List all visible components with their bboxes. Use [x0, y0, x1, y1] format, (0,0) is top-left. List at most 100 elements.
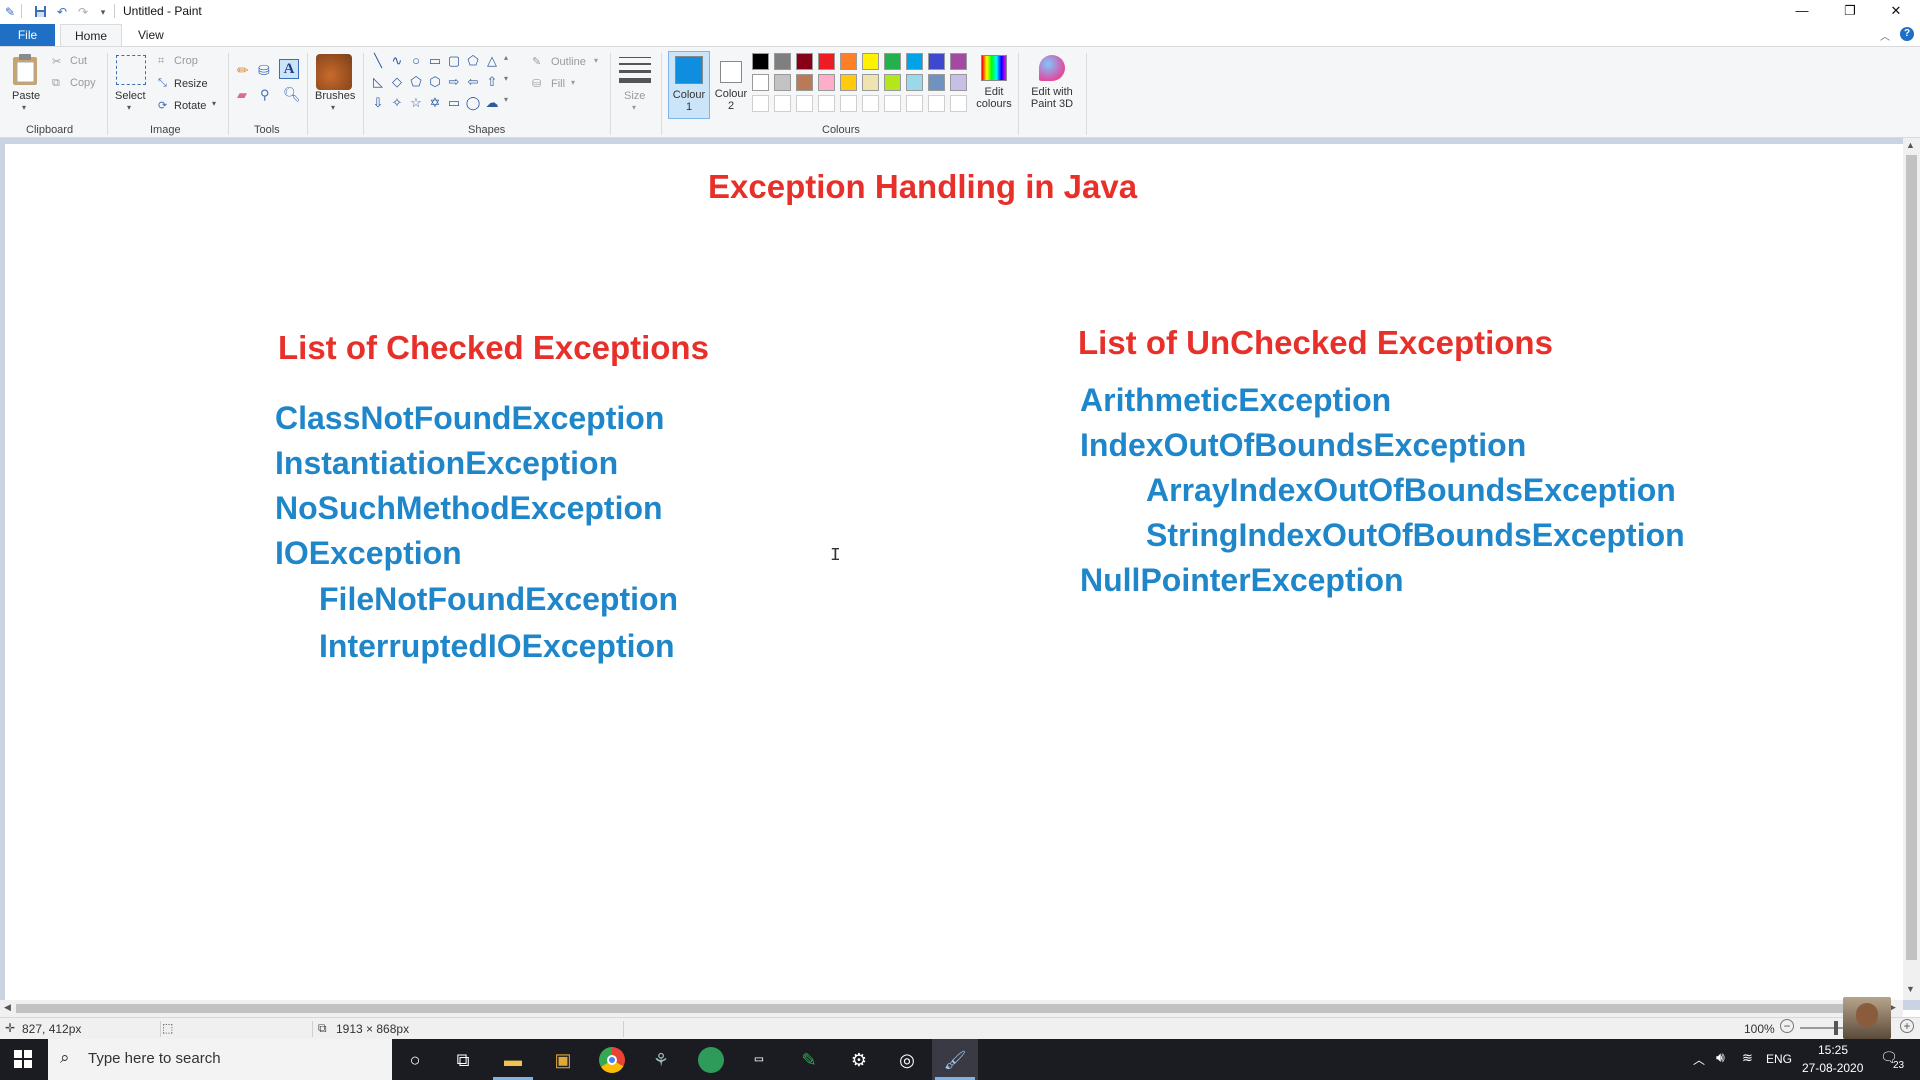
task-view-icon[interactable]: ⧉	[450, 1047, 476, 1073]
six-point-star-shape-icon[interactable]: ✡	[427, 95, 443, 111]
four-point-star-shape-icon[interactable]: ✧	[389, 95, 405, 111]
text-tool-icon[interactable]: A	[279, 59, 299, 79]
scroll-down-icon[interactable]: ▼	[1906, 984, 1915, 994]
custom-colour-slot[interactable]	[774, 95, 791, 112]
volume-icon[interactable]: 🔊︎	[1716, 1049, 1725, 1066]
tab-view[interactable]: View	[124, 24, 178, 46]
settings-gear-icon[interactable]: ⚙	[846, 1047, 872, 1073]
colour-swatch[interactable]	[950, 53, 967, 70]
custom-colour-slot[interactable]	[752, 95, 769, 112]
diamond-shape-icon[interactable]: ◇	[389, 74, 405, 90]
select-dropdown-icon[interactable]: ▾	[127, 103, 131, 112]
tab-file[interactable]: File	[0, 24, 55, 46]
cut-button[interactable]: Cut	[70, 55, 87, 67]
hexagon-shape-icon[interactable]: ⬡	[427, 74, 443, 90]
size-icon[interactable]	[619, 55, 651, 85]
rounded-rectangle-shape-icon[interactable]: ▢	[446, 53, 462, 69]
edit-with-paint3d-button[interactable]: Edit with Paint 3D	[1024, 53, 1080, 119]
left-arrow-shape-icon[interactable]: ⇦	[465, 74, 481, 90]
oval-shape-icon[interactable]: ○	[408, 53, 424, 69]
paint-taskbar-button[interactable]: 🖌︎	[932, 1039, 978, 1080]
close-button[interactable]: ✕	[1874, 0, 1918, 22]
wifi-icon[interactable]: ≋	[1742, 1050, 1753, 1066]
crop-button[interactable]: Crop	[174, 55, 198, 67]
drawing-canvas[interactable]: Exception Handling in Java List of Check…	[5, 144, 1903, 1000]
minimize-button[interactable]: —	[1780, 0, 1824, 22]
eclipse-icon[interactable]	[698, 1047, 724, 1073]
brushes-icon[interactable]	[316, 54, 352, 90]
size-dropdown-icon[interactable]: ▾	[632, 103, 636, 112]
zoom-slider-thumb[interactable]	[1834, 1021, 1838, 1035]
colour-swatch[interactable]	[818, 74, 835, 91]
shapes-scroll-up-icon[interactable]: ▴	[504, 53, 508, 62]
restore-button[interactable]: ❐	[1828, 0, 1872, 22]
pentagon-shape-icon[interactable]: ⬠	[408, 74, 424, 90]
custom-colour-slot[interactable]	[796, 95, 813, 112]
colour-swatch[interactable]	[928, 53, 945, 70]
callout-oval-shape-icon[interactable]: ◯	[465, 95, 481, 111]
colour-swatch[interactable]	[862, 74, 879, 91]
chrome-icon[interactable]	[599, 1047, 625, 1073]
line-shape-icon[interactable]: ╲	[370, 53, 386, 69]
magnifier-icon[interactable]: 🔍︎	[283, 86, 301, 103]
eraser-icon[interactable]: ▰	[237, 87, 247, 103]
horizontal-scroll-thumb[interactable]	[16, 1004, 1878, 1013]
redo-icon[interactable]: ↷	[76, 5, 90, 19]
callout-rectangle-shape-icon[interactable]: ▭	[446, 95, 462, 111]
customize-toolbar-chevron-icon[interactable]: ▾	[96, 5, 110, 19]
colour-swatch[interactable]	[796, 74, 813, 91]
colour-swatch[interactable]	[950, 74, 967, 91]
store-icon[interactable]: ▣	[550, 1047, 576, 1073]
right-triangle-shape-icon[interactable]: ◺	[370, 74, 386, 90]
colour-swatch[interactable]	[928, 74, 945, 91]
colour-swatch[interactable]	[818, 53, 835, 70]
custom-colour-slot[interactable]	[884, 95, 901, 112]
save-icon[interactable]	[33, 5, 47, 19]
colour2-button[interactable]: Colour 2	[714, 51, 748, 119]
clock-time[interactable]: 15:25	[1818, 1043, 1848, 1057]
file-explorer-icon[interactable]: ▬	[500, 1047, 526, 1073]
help-icon[interactable]: ?	[1900, 27, 1914, 41]
colour-swatch[interactable]	[774, 74, 791, 91]
triangle-shape-icon[interactable]: △	[484, 53, 500, 69]
paste-dropdown-icon[interactable]: ▾	[22, 103, 26, 112]
colour-swatch[interactable]	[752, 74, 769, 91]
up-arrow-shape-icon[interactable]: ⇧	[484, 74, 500, 90]
pencil-icon[interactable]: ✏	[237, 62, 249, 79]
custom-colour-slot[interactable]	[862, 95, 879, 112]
down-arrow-shape-icon[interactable]: ⇩	[370, 95, 386, 111]
colour-picker-icon[interactable]: ⚲	[260, 87, 270, 103]
colour-swatch[interactable]	[862, 53, 879, 70]
terminal-icon[interactable]: ▭	[746, 1047, 772, 1073]
zoom-out-icon[interactable]: −	[1780, 1019, 1794, 1033]
tab-home[interactable]: Home	[60, 24, 123, 46]
shapes-scroll-down-icon[interactable]: ▾	[504, 74, 508, 83]
colour-swatch[interactable]	[884, 74, 901, 91]
outline-dropdown-icon[interactable]: ▾	[594, 56, 598, 65]
custom-colour-slot[interactable]	[818, 95, 835, 112]
rotate-button[interactable]: Rotate	[174, 100, 206, 112]
custom-colour-slot[interactable]	[840, 95, 857, 112]
resize-button[interactable]: Resize	[174, 78, 208, 90]
collapse-ribbon-icon[interactable]: ︿	[1880, 28, 1890, 43]
outline-button[interactable]: Outline	[551, 56, 586, 68]
edit-colours-button[interactable]: Edit colours	[976, 53, 1012, 119]
size-button[interactable]: Size	[624, 90, 645, 102]
app-icon[interactable]: ⚘	[648, 1047, 674, 1073]
fill-dropdown-icon[interactable]: ▾	[571, 78, 575, 87]
brushes-dropdown-icon[interactable]: ▾	[331, 103, 335, 112]
colour-swatch[interactable]	[906, 53, 923, 70]
polygon-shape-icon[interactable]: ⬠	[465, 53, 481, 69]
colour-swatch[interactable]	[752, 53, 769, 70]
select-icon[interactable]	[116, 55, 146, 85]
custom-colour-slot[interactable]	[906, 95, 923, 112]
language-indicator[interactable]: ENG	[1766, 1052, 1792, 1066]
fill-bucket-icon[interactable]: ⛁	[258, 62, 270, 79]
colour-swatch[interactable]	[840, 74, 857, 91]
scroll-left-icon[interactable]: ◀	[4, 1002, 11, 1013]
five-point-star-shape-icon[interactable]: ☆	[408, 95, 424, 111]
custom-colour-slot[interactable]	[928, 95, 945, 112]
curve-shape-icon[interactable]: ∿	[389, 53, 405, 69]
taskbar-search-box[interactable]: ⌕ Type here to search	[48, 1039, 392, 1080]
colour-swatch[interactable]	[906, 74, 923, 91]
